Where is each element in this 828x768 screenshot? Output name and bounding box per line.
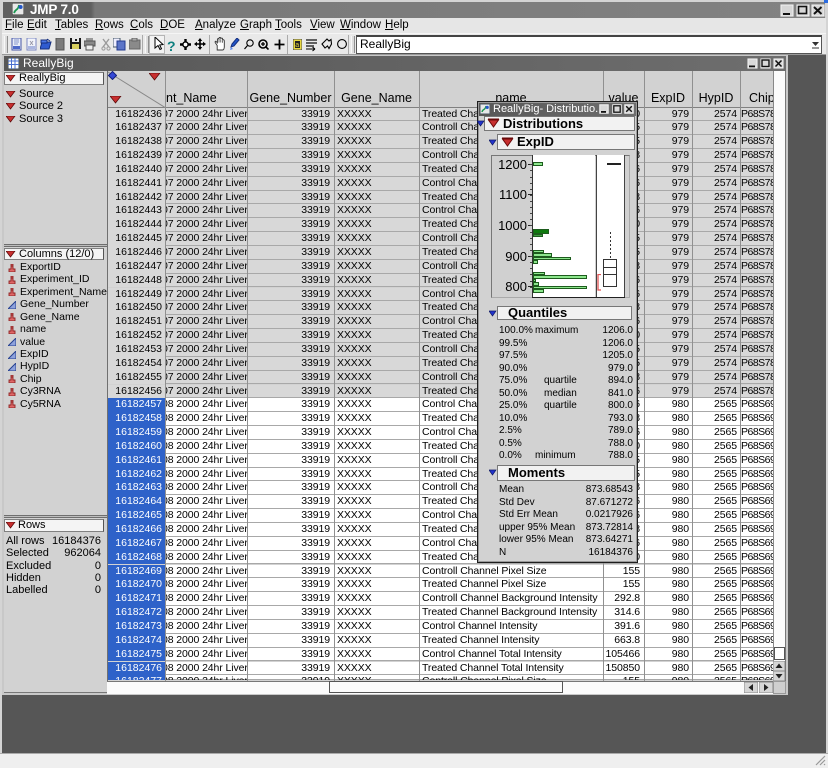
svg-text:a: a [295, 42, 299, 49]
